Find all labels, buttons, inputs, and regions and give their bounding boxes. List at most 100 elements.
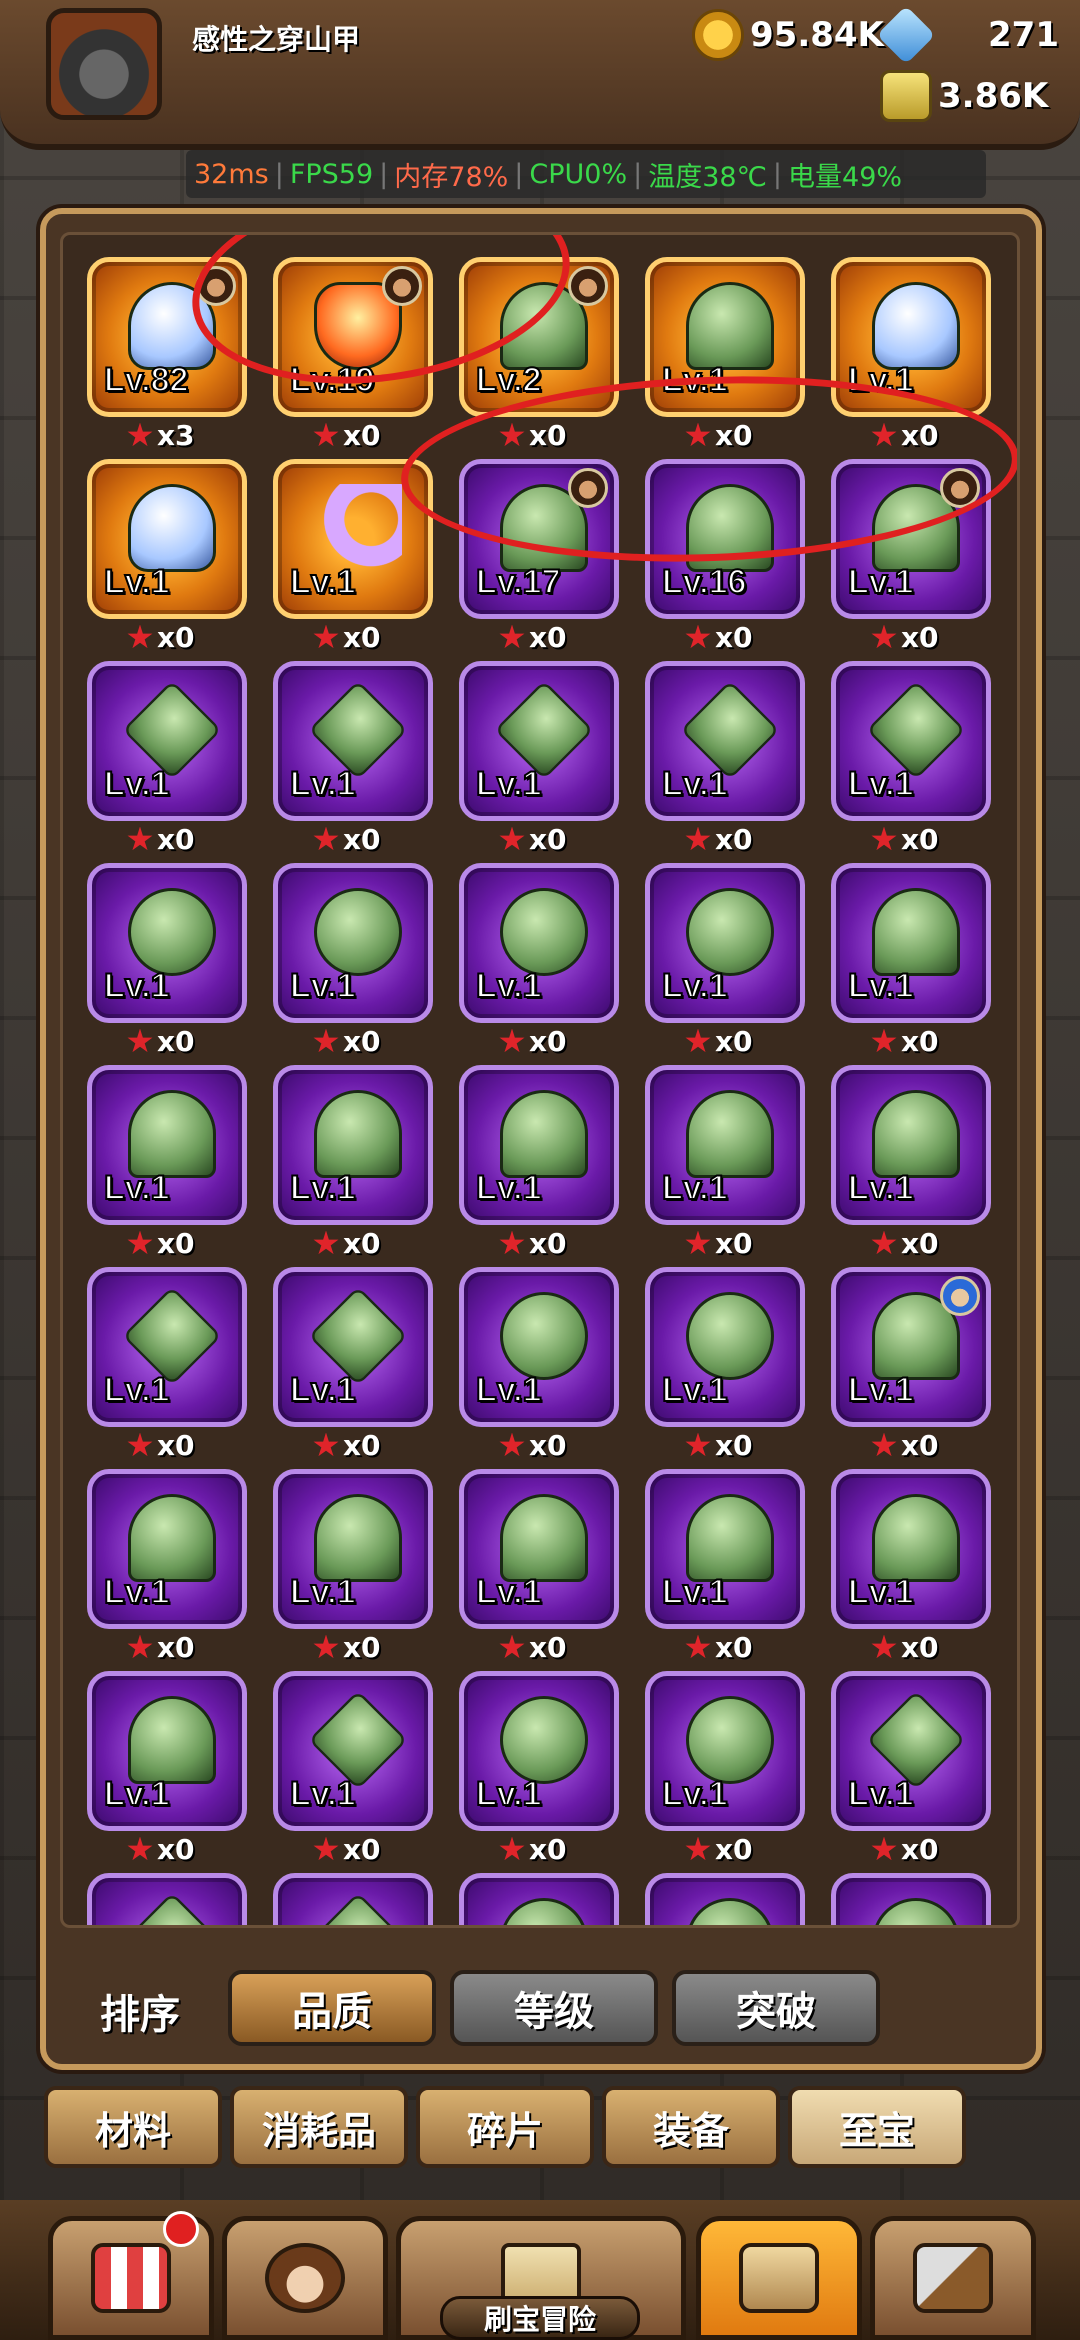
treasure-tile[interactable]: Lv.1 xyxy=(87,1267,247,1427)
treasure-tile[interactable] xyxy=(273,1873,433,1925)
treasure-tile[interactable]: Lv.1 xyxy=(645,1671,805,1831)
treasure-item[interactable]: Lv.1 x0 xyxy=(459,1065,619,1265)
treasure-tile[interactable]: Lv.1 xyxy=(87,1469,247,1629)
treasure-item[interactable]: Lv.1 x0 xyxy=(459,1267,619,1467)
treasure-tile[interactable]: Lv.1 xyxy=(87,1065,247,1225)
treasure-item[interactable]: Lv.1 x0 xyxy=(831,1065,991,1265)
gem-resource[interactable]: 271 xyxy=(876,5,1060,65)
treasure-tile[interactable]: Lv.1 xyxy=(645,661,805,821)
treasure-tile[interactable]: Lv.2 xyxy=(459,257,619,417)
treasure-tile[interactable]: Lv.1 xyxy=(273,1065,433,1225)
treasure-item[interactable]: Lv.2 x0 xyxy=(459,257,619,457)
essence-resource[interactable]: 3.86K xyxy=(880,66,1048,126)
treasure-tile[interactable]: Lv.1 xyxy=(645,863,805,1023)
treasure-tile[interactable]: Lv.1 xyxy=(273,1671,433,1831)
treasure-tile[interactable]: Lv.1 xyxy=(459,1065,619,1225)
treasure-item[interactable]: Lv.1 x0 xyxy=(273,1671,433,1871)
treasure-item[interactable]: Lv.1 x0 xyxy=(87,459,247,659)
treasure-item[interactable] xyxy=(831,1873,991,1925)
treasure-item[interactable] xyxy=(459,1873,619,1925)
sort-breakthrough-button[interactable]: 突破 xyxy=(672,1970,880,2046)
treasure-tile[interactable]: Lv.1 xyxy=(87,459,247,619)
nav-hero-button[interactable] xyxy=(222,2216,388,2340)
treasure-item[interactable]: Lv.1 x0 xyxy=(831,459,991,659)
treasure-item[interactable]: Lv.1 x0 xyxy=(273,863,433,1063)
treasure-item[interactable] xyxy=(273,1873,433,1925)
treasure-item[interactable]: Lv.1 x0 xyxy=(87,661,247,861)
treasure-tile[interactable]: Lv.1 xyxy=(273,459,433,619)
treasure-tile[interactable]: Lv.1 xyxy=(645,1065,805,1225)
treasure-tile[interactable]: Lv.1 xyxy=(87,661,247,821)
nav-shop-button[interactable] xyxy=(48,2211,214,2340)
treasure-item[interactable]: Lv.1 x0 xyxy=(831,863,991,1063)
tab-materials[interactable]: 材料 xyxy=(44,2086,222,2168)
treasure-tile[interactable]: Lv.1 xyxy=(831,661,991,821)
treasure-tile[interactable]: Lv.1 xyxy=(645,1267,805,1427)
treasure-tile[interactable]: Lv.1 xyxy=(273,661,433,821)
sort-quality-button[interactable]: 品质 xyxy=(228,1970,436,2046)
treasure-item[interactable]: Lv.1 x0 xyxy=(273,1065,433,1265)
treasure-item[interactable]: Lv.1 x0 xyxy=(273,1267,433,1467)
treasure-tile[interactable]: Lv.1 xyxy=(831,1267,991,1427)
treasure-tile[interactable]: Lv.19 xyxy=(273,257,433,417)
treasure-item[interactable]: Lv.1 x0 xyxy=(273,459,433,659)
treasure-item[interactable]: Lv.82 x3 xyxy=(87,257,247,457)
treasure-item[interactable]: Lv.1 x0 xyxy=(831,257,991,457)
treasure-tile[interactable]: Lv.1 xyxy=(459,1469,619,1629)
treasure-tile[interactable] xyxy=(645,1873,805,1925)
nav-forge-button[interactable] xyxy=(870,2216,1036,2340)
treasure-item[interactable]: Lv.1 x0 xyxy=(645,661,805,861)
treasure-item[interactable]: Lv.1 x0 xyxy=(645,1065,805,1265)
treasure-tile[interactable]: Lv.17 xyxy=(459,459,619,619)
treasure-item[interactable]: Lv.1 x0 xyxy=(831,1267,991,1467)
gold-resource[interactable]: 95.84K xyxy=(692,5,884,65)
player-avatar[interactable] xyxy=(46,8,162,120)
treasure-item[interactable] xyxy=(87,1873,247,1925)
treasure-item[interactable]: Lv.1 x0 xyxy=(459,863,619,1063)
treasure-tile[interactable]: Lv.1 xyxy=(831,1065,991,1225)
treasure-tile[interactable]: Lv.1 xyxy=(831,459,991,619)
nav-bag-button[interactable] xyxy=(696,2216,862,2340)
treasure-item[interactable]: Lv.19 x0 xyxy=(273,257,433,457)
treasure-item[interactable]: Lv.1 x0 xyxy=(645,1469,805,1669)
treasure-tile[interactable]: Lv.16 xyxy=(645,459,805,619)
treasure-tile[interactable]: Lv.1 xyxy=(87,863,247,1023)
treasure-item[interactable]: Lv.1 x0 xyxy=(645,863,805,1063)
treasure-tile[interactable] xyxy=(87,1873,247,1925)
treasure-tile[interactable]: Lv.1 xyxy=(831,863,991,1023)
treasure-item[interactable]: Lv.16 x0 xyxy=(645,459,805,659)
treasure-tile[interactable] xyxy=(459,1873,619,1925)
treasure-item[interactable]: Lv.1 x0 xyxy=(273,1469,433,1669)
treasure-item[interactable]: Lv.1 x0 xyxy=(831,661,991,861)
tab-treasures[interactable]: 至宝 xyxy=(788,2086,966,2168)
treasure-item[interactable] xyxy=(645,1873,805,1925)
treasure-tile[interactable]: Lv.82 xyxy=(87,257,247,417)
treasure-item[interactable]: Lv.1 x0 xyxy=(87,863,247,1063)
treasure-tile[interactable] xyxy=(831,1873,991,1925)
treasure-tile[interactable]: Lv.1 xyxy=(645,257,805,417)
treasure-tile[interactable]: Lv.1 xyxy=(831,1671,991,1831)
tab-consumables[interactable]: 消耗品 xyxy=(230,2086,408,2168)
treasure-item[interactable]: Lv.1 x0 xyxy=(831,1671,991,1871)
treasure-item[interactable]: Lv.1 x0 xyxy=(645,1671,805,1871)
treasure-tile[interactable]: Lv.1 xyxy=(459,1671,619,1831)
treasure-item[interactable]: Lv.1 x0 xyxy=(87,1267,247,1467)
treasure-tile[interactable]: Lv.1 xyxy=(831,1469,991,1629)
treasure-tile[interactable]: Lv.1 xyxy=(459,661,619,821)
treasure-item[interactable]: Lv.1 x0 xyxy=(87,1671,247,1871)
treasure-tile[interactable]: Lv.1 xyxy=(87,1671,247,1831)
treasure-item[interactable]: Lv.1 x0 xyxy=(273,661,433,861)
treasure-tile[interactable]: Lv.1 xyxy=(645,1469,805,1629)
treasure-tile[interactable]: Lv.1 xyxy=(273,1267,433,1427)
treasure-item[interactable]: Lv.1 x0 xyxy=(645,257,805,457)
treasure-item[interactable]: Lv.1 x0 xyxy=(459,1469,619,1669)
treasure-tile[interactable]: Lv.1 xyxy=(831,257,991,417)
treasure-item[interactable]: Lv.1 x0 xyxy=(645,1267,805,1467)
treasure-item[interactable]: Lv.1 x0 xyxy=(87,1065,247,1265)
treasure-tile[interactable]: Lv.1 xyxy=(459,1267,619,1427)
treasure-item[interactable]: Lv.1 x0 xyxy=(459,661,619,861)
tab-equipment[interactable]: 装备 xyxy=(602,2086,780,2168)
treasure-item[interactable]: Lv.1 x0 xyxy=(831,1469,991,1669)
tab-fragments[interactable]: 碎片 xyxy=(416,2086,594,2168)
treasure-tile[interactable]: Lv.1 xyxy=(459,863,619,1023)
